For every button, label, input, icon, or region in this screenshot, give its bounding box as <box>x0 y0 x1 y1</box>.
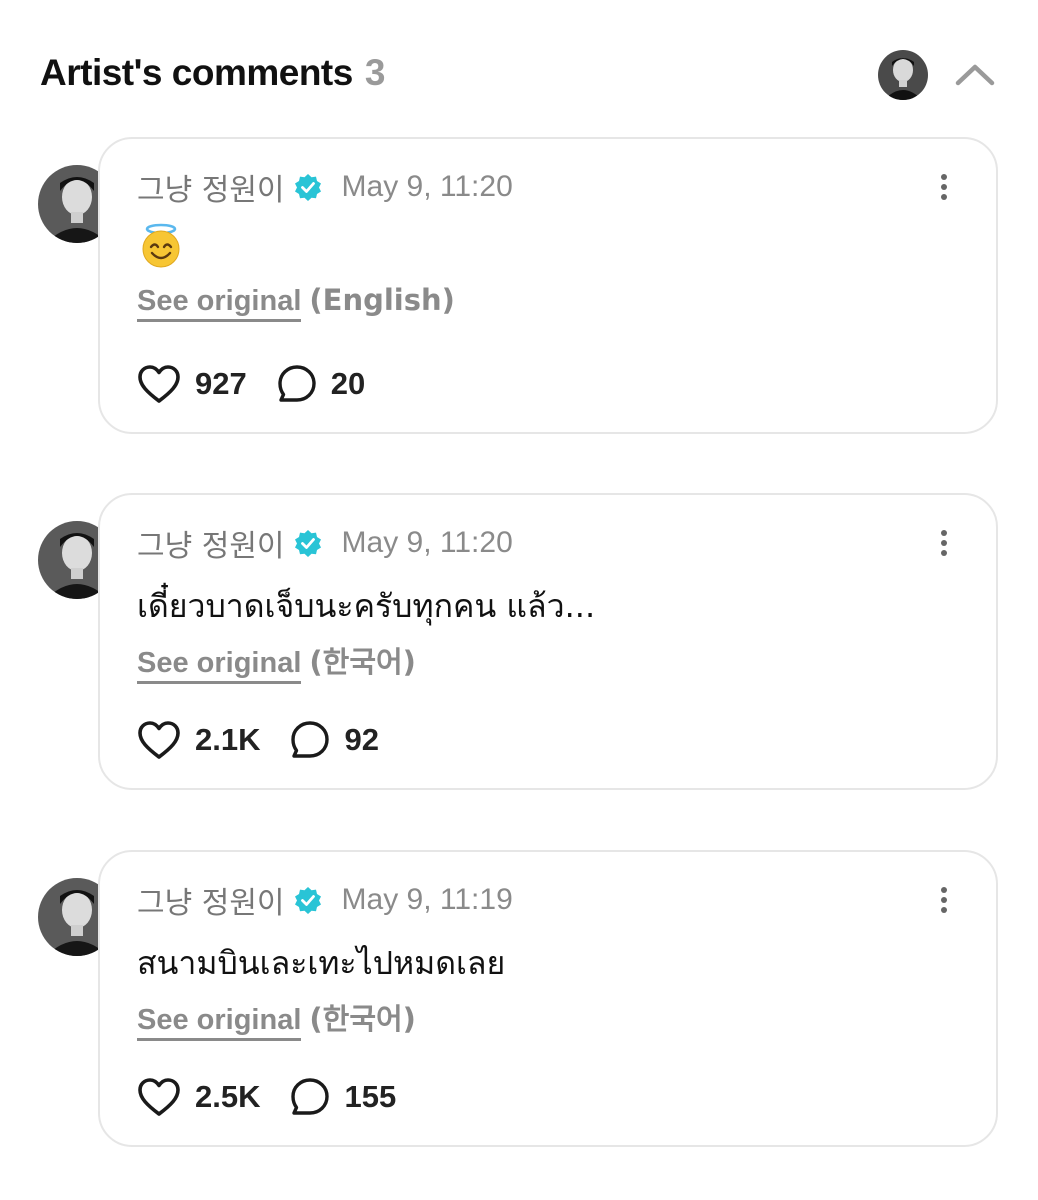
comment-actions: 2.1K 92 <box>137 718 379 762</box>
translation-info: See original (한국어) <box>137 639 416 684</box>
reply-button[interactable]: 20 <box>277 364 365 404</box>
artist-avatar[interactable] <box>878 50 928 100</box>
like-count: 2.5K <box>195 1079 261 1114</box>
section-title-text: Artist's comments <box>40 52 353 93</box>
reply-count: 20 <box>330 366 366 401</box>
translation-info: See original (한국어) <box>137 996 416 1041</box>
comment-meta: 그냥 정원이 May 9, 11:20 <box>137 525 513 564</box>
original-language: (한국어) <box>309 645 416 679</box>
reply-button[interactable]: 155 <box>290 1077 396 1117</box>
like-count: 2.1K <box>195 722 261 757</box>
comment-meta: 그냥 정원이 May 9, 11:20 <box>137 169 513 208</box>
chevron-up-icon <box>955 64 995 86</box>
heart-icon <box>138 1078 180 1116</box>
comment-time: May 9, 11:19 <box>341 883 513 916</box>
more-options-icon[interactable] <box>932 525 956 561</box>
comment-body: เดี๋ยวบาดเจ็บนะครับทุกคน แล้ว... <box>137 587 596 625</box>
comment-actions: 2.5K 155 <box>137 1075 396 1119</box>
reply-count: 92 <box>344 722 379 757</box>
see-original-link[interactable]: See original <box>137 647 302 684</box>
see-original-link[interactable]: See original <box>137 285 302 322</box>
author-name[interactable]: 그냥 정원이 <box>137 165 285 209</box>
author-name[interactable]: 그냥 정원이 <box>137 878 285 922</box>
section-title: Artist's comments 3 <box>40 52 385 94</box>
like-button[interactable]: 927 <box>137 364 247 404</box>
heart-icon <box>138 721 180 759</box>
comment-card: 그냥 정원이 May 9, 11:19 สนามบินเละเทะไปหมดเล… <box>98 850 998 1147</box>
smiling-face-with-halo-icon <box>138 223 184 269</box>
comment-time: May 9, 11:20 <box>341 526 513 559</box>
comment-body: สนามบินเละเทะไปหมดเลย <box>137 944 506 982</box>
collapse-button[interactable] <box>952 55 998 93</box>
original-language: (한국어) <box>309 1002 416 1036</box>
comment-icon <box>291 721 330 758</box>
comment-count: 3 <box>364 52 386 93</box>
comment-card: 그냥 정원이 May 9, 11:20 เดี๋ยวบาดเจ็บนะครับท… <box>98 493 998 790</box>
see-original-link[interactable]: See original <box>137 1004 302 1041</box>
original-language: (English) <box>309 283 455 317</box>
comment-icon <box>291 1078 330 1115</box>
comment-icon <box>278 365 316 402</box>
verified-badge-icon <box>294 886 322 914</box>
comment-actions: 927 20 <box>137 362 365 406</box>
reply-count: 155 <box>344 1079 397 1114</box>
author-name[interactable]: 그냥 정원이 <box>137 521 285 565</box>
comment-time: May 9, 11:20 <box>341 170 513 203</box>
translation-info: See original (English) <box>137 283 455 322</box>
heart-icon <box>138 365 180 403</box>
reply-button[interactable]: 92 <box>290 720 379 760</box>
verified-badge-icon <box>294 173 322 201</box>
verified-badge-icon <box>294 529 322 557</box>
like-count: 927 <box>195 366 247 401</box>
like-button[interactable]: 2.5K <box>137 1077 260 1117</box>
more-options-icon[interactable] <box>932 882 956 918</box>
artist-comments-page: Artist's comments 3 그냥 정원이 May 9, 11:20 … <box>0 0 1038 1200</box>
comment-card: 그냥 정원이 May 9, 11:20 See original (English… <box>98 137 998 434</box>
comment-meta: 그냥 정원이 May 9, 11:19 <box>137 882 513 921</box>
like-button[interactable]: 2.1K <box>137 720 260 760</box>
more-options-icon[interactable] <box>932 169 956 205</box>
section-header: Artist's comments 3 <box>0 0 1038 140</box>
